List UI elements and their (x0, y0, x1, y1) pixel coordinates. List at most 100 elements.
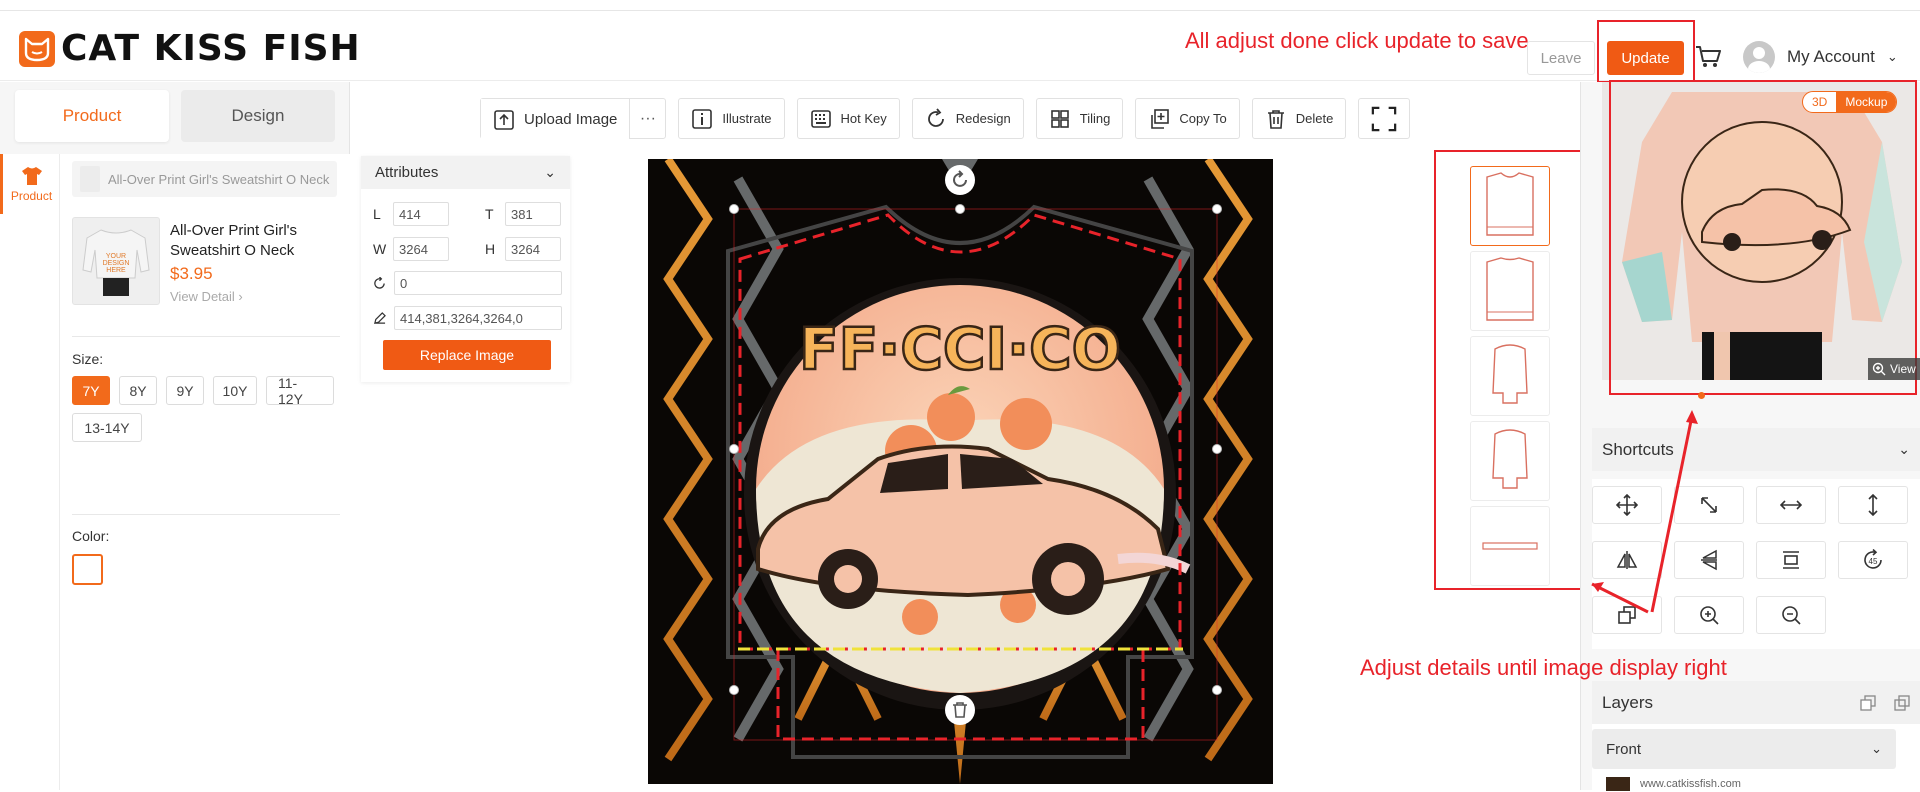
redesign-label: Redesign (955, 111, 1011, 126)
tab-mockup[interactable]: Mockup (1836, 92, 1897, 112)
layers-title: Layers (1602, 692, 1654, 712)
adjust-hint-annotation: Adjust details until image display right (1360, 655, 1727, 680)
chevron-right-icon: › (238, 289, 243, 304)
copy-to-label: Copy To (1179, 111, 1227, 126)
design-canvas[interactable]: FF·CCI·CO (648, 159, 1273, 784)
product-select[interactable]: All-Over Print Girl's Sweatshirt O Neck (72, 161, 337, 197)
svg-text:YOUR: YOUR (106, 253, 126, 260)
shortcuts-header[interactable]: Shortcuts ⌄ (1592, 428, 1920, 471)
view-thumb-right-sleeve[interactable] (1470, 421, 1550, 501)
upload-group: Upload Image ··· (480, 98, 667, 140)
svg-text:45: 45 (1869, 557, 1878, 566)
pencil-icon (374, 311, 386, 324)
replace-image-button[interactable]: Replace Image (383, 340, 551, 370)
hot-key-label: Hot Key (840, 111, 887, 126)
resize-handle[interactable] (729, 685, 739, 695)
view-thumb-back[interactable] (1470, 251, 1550, 331)
update-hint-annotation: All adjust done click update to save (1185, 28, 1529, 53)
divider (72, 514, 340, 515)
rotate-handle-icon[interactable] (945, 165, 975, 195)
pagination-dot[interactable] (1698, 392, 1705, 399)
tab-3d[interactable]: 3D (1803, 92, 1836, 112)
size-option[interactable]: 10Y (213, 376, 257, 405)
artwork-title: FF·CCI·CO (799, 315, 1121, 383)
duplicate-icon[interactable] (1592, 596, 1662, 634)
size-option[interactable]: 7Y (72, 376, 110, 405)
upload-image-button[interactable]: Upload Image (481, 99, 630, 140)
move-icon[interactable] (1592, 486, 1662, 524)
more-options-button[interactable]: ··· (629, 99, 665, 138)
left-sidebar: Product Design Product All-Over Print Gi… (0, 82, 350, 790)
fit-diagonal-icon[interactable] (1674, 486, 1744, 524)
flip-horizontal-icon[interactable] (1592, 541, 1662, 579)
product-panel: All-Over Print Girl's Sweatshirt O Neck … (60, 154, 350, 790)
fit-width-icon[interactable] (1756, 486, 1826, 524)
account-menu[interactable]: My Account ⌄ (1743, 41, 1898, 73)
flip-vertical-icon[interactable] (1674, 541, 1744, 579)
size-option[interactable]: 13-14Y (72, 413, 142, 442)
fit-height-icon[interactable] (1838, 486, 1908, 524)
layer-stack-icon[interactable] (1860, 694, 1876, 711)
chevron-down-icon: ⌄ (1871, 741, 1882, 756)
resize-handle[interactable] (1212, 204, 1222, 214)
fullscreen-button[interactable] (1358, 98, 1411, 139)
resize-handle[interactable] (729, 444, 739, 454)
layer-group-label: Front (1606, 740, 1642, 758)
resize-handle[interactable] (1212, 685, 1222, 695)
attr-T-row: T 381 (485, 202, 561, 226)
upload-image-label: Upload Image (524, 111, 618, 128)
attr-L-input[interactable]: 414 (393, 202, 449, 226)
illustrate-button[interactable]: Illustrate (678, 98, 785, 139)
attr-H-label: H (485, 241, 496, 257)
nav-item-product[interactable]: Product (0, 154, 60, 214)
view-thumb-front[interactable] (1470, 166, 1550, 246)
zoom-in-icon[interactable] (1674, 596, 1744, 634)
view-thumb-collar[interactable] (1470, 506, 1550, 586)
tshirt-icon (21, 166, 42, 185)
size-option[interactable]: 8Y (119, 376, 157, 405)
size-option[interactable]: 9Y (166, 376, 204, 405)
redesign-button[interactable]: Redesign (911, 98, 1024, 139)
attr-combined-row: 414,381,3264,3264,0 (373, 306, 562, 330)
brand-logo[interactable]: CAT KISS FISH (19, 28, 361, 69)
layer-group-select[interactable]: Front ⌄ (1592, 729, 1896, 769)
resize-handle[interactable] (955, 204, 965, 214)
attributes-title: Attributes (375, 164, 439, 181)
layer-copy-icon[interactable] (1894, 694, 1910, 711)
size-options: 7Y 8Y 9Y 10Y 11-12Y 13-14Y (72, 375, 342, 442)
attr-W-input[interactable]: 3264 (393, 237, 449, 261)
tab-design[interactable]: Design (181, 90, 335, 142)
refresh-icon (927, 107, 944, 127)
attr-rotation-row: 0 (373, 271, 562, 295)
layers-header: Layers (1592, 681, 1920, 724)
view-thumb-left-sleeve[interactable] (1470, 336, 1550, 416)
resize-handle[interactable] (729, 204, 739, 214)
delete-button[interactable]: Delete (1251, 98, 1347, 139)
tab-product[interactable]: Product (15, 90, 169, 142)
cart-icon[interactable] (1695, 45, 1721, 74)
copy-to-button[interactable]: Copy To (1135, 98, 1240, 139)
view-button[interactable]: View (1868, 358, 1920, 380)
attr-H-input[interactable]: 3264 (505, 237, 561, 261)
color-swatch-white[interactable] (72, 554, 103, 585)
delete-handle-icon[interactable] (945, 695, 975, 725)
attr-combined-input[interactable]: 414,381,3264,3264,0 (394, 306, 562, 330)
attr-T-input[interactable]: 381 (505, 202, 561, 226)
view-detail-label: View Detail (170, 289, 235, 304)
align-center-icon[interactable] (1756, 541, 1826, 579)
view-detail-link[interactable]: View Detail › (170, 289, 243, 304)
attributes-header[interactable]: Attributes ⌄ (361, 156, 570, 189)
rotate-45-icon[interactable]: 45 (1838, 541, 1908, 579)
zoom-out-icon[interactable] (1756, 596, 1826, 634)
update-button[interactable]: Update (1607, 41, 1684, 75)
left-nav: Product (0, 154, 60, 790)
tiling-button[interactable]: Tiling (1035, 98, 1124, 139)
resize-handle[interactable] (1212, 444, 1222, 454)
attr-rotation-input[interactable]: 0 (394, 271, 562, 295)
hot-key-button[interactable]: Hot Key (796, 98, 900, 139)
mockup-highlight-box (1609, 80, 1917, 395)
cat-logo-icon (19, 30, 55, 67)
product-price: $3.95 (170, 264, 213, 283)
leave-button[interactable]: Leave (1527, 41, 1595, 75)
size-option[interactable]: 11-12Y (266, 375, 334, 407)
